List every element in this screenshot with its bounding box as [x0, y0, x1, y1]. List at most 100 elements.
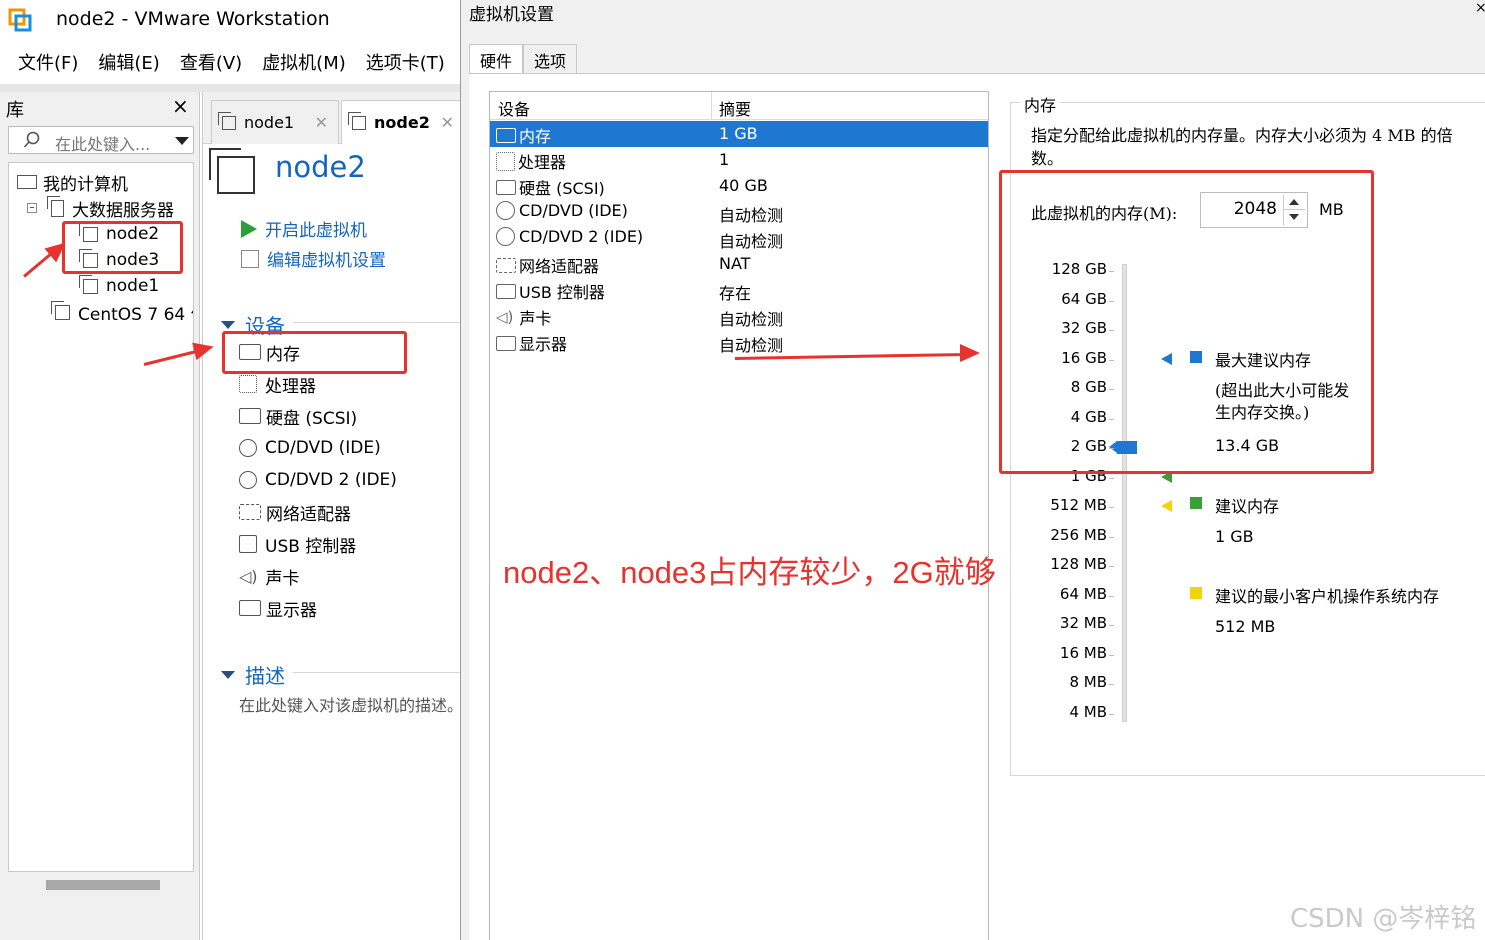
row-summary: 40 GB — [719, 176, 768, 195]
tree-vm-node1[interactable]: node1 — [79, 273, 160, 299]
tab-node1[interactable]: node1 ✕ — [211, 100, 339, 144]
chevron-down-icon[interactable] — [175, 137, 189, 145]
legend-min-value: 512 MB — [1215, 617, 1276, 636]
tree-vm-centos[interactable]: CentOS 7 64 位 — [51, 299, 193, 325]
edit-settings-link[interactable]: 编辑虚拟机设置 — [241, 246, 386, 271]
vm-name-heading: node2 — [275, 150, 366, 184]
menu-edit[interactable]: 编辑(E) — [98, 49, 159, 75]
annotation-box-memory-slider — [999, 170, 1374, 474]
close-icon[interactable]: ✕ — [441, 113, 454, 132]
dialog-tab-bar: 硬件 选项 — [469, 44, 578, 74]
power-on-link[interactable]: 开启此虚拟机 — [241, 216, 367, 241]
annotation-text: node2、node3占内存较少，2G就够 — [503, 555, 996, 590]
edit-settings-icon — [241, 249, 259, 268]
library-scrollbar[interactable] — [8, 874, 194, 896]
vmware-main-window: node2 - VMware Workstation 文件(F) 编辑(E) 查… — [0, 0, 465, 940]
play-icon — [241, 219, 257, 238]
tree-vm-label: node1 — [106, 276, 160, 296]
monitor-icon — [496, 335, 516, 351]
row-device: 处理器 — [518, 153, 567, 172]
menu-vm[interactable]: 虚拟机(M) — [262, 49, 346, 75]
column-header-device[interactable]: 设备 — [498, 96, 530, 120]
cd-icon — [496, 201, 515, 220]
cd-icon — [239, 471, 257, 489]
monitor-icon — [239, 600, 261, 616]
table-row[interactable]: ◁) 声卡 自动检测 — [490, 303, 988, 329]
tab-hardware[interactable]: 硬件 — [469, 44, 524, 74]
table-row[interactable]: 硬盘 (SCSI) 40 GB — [490, 173, 988, 199]
row-device: 内存 — [519, 127, 552, 146]
scale-tick-mark — [1109, 713, 1114, 715]
table-row[interactable]: CD/DVD (IDE) 自动检测 — [490, 199, 988, 225]
close-icon[interactable]: × — [1475, 0, 1485, 16]
tab-options[interactable]: 选项 — [523, 44, 578, 74]
hard-disk-icon — [496, 179, 516, 195]
summary-device-sound[interactable]: ◁) 声卡 — [239, 562, 300, 590]
tree-my-computer[interactable]: 我的计算机 — [9, 169, 128, 195]
memory-description: 指定分配给此虚拟机的内存量。内存大小必须为 4 MB 的倍数。 — [1031, 126, 1453, 168]
summary-device-network[interactable]: 网络适配器 — [239, 498, 351, 526]
legend-recommended-value: 1 GB — [1215, 527, 1254, 546]
scale-tick-mark — [1109, 536, 1114, 538]
library-close-icon[interactable]: × — [172, 94, 189, 118]
scale-tick-label: 32 MB — [1059, 614, 1107, 632]
menu-file[interactable]: 文件(F) — [18, 49, 78, 75]
edit-settings-label: 编辑虚拟机设置 — [267, 251, 386, 271]
close-icon[interactable]: ✕ — [315, 113, 328, 132]
device-label: 声卡 — [265, 568, 300, 589]
summary-device-disk[interactable]: 硬盘 (SCSI) — [239, 402, 357, 430]
memory-icon — [496, 127, 516, 143]
table-row[interactable]: 显示器 自动检测 — [490, 329, 988, 355]
library-panel: 库 × 在此处键入... 我的计算机 大数据服务器 node2 node3 no… — [0, 92, 200, 940]
description-section-header[interactable]: 描述 — [221, 660, 285, 689]
scale-tick-label: 64 MB — [1059, 584, 1107, 603]
column-header-summary[interactable]: 摘要 — [719, 96, 751, 120]
summary-device-processor[interactable]: 处理器 — [239, 370, 316, 398]
cd-icon — [239, 439, 257, 457]
vm-icon — [79, 274, 98, 294]
table-row[interactable]: CD/DVD 2 (IDE) 自动检测 — [490, 225, 988, 251]
memory-group-title: 内存 — [1020, 92, 1061, 116]
menu-view[interactable]: 查看(V) — [180, 49, 242, 75]
summary-device-cdrom2[interactable]: CD/DVD 2 (IDE) — [239, 466, 397, 494]
summary-device-usb[interactable]: USB 控制器 — [239, 530, 356, 558]
tree-folder[interactable]: 大数据服务器 — [27, 195, 174, 221]
summary-device-cdrom[interactable]: CD/DVD (IDE) — [239, 434, 381, 462]
processor-icon — [239, 375, 257, 393]
section-divider — [293, 322, 461, 323]
scale-tick-label: 256 MB — [1050, 525, 1107, 544]
tab-node2[interactable]: node2 ✕ — [341, 100, 465, 144]
scale-tick-mark — [1109, 566, 1114, 567]
scale-tick-label: 128 MB — [1050, 555, 1107, 573]
vm-icon — [51, 300, 70, 320]
summary-device-display[interactable]: 显示器 — [239, 594, 317, 622]
menu-bar: 文件(F) 编辑(E) 查看(V) 虚拟机(M) 选项卡(T) — [0, 40, 460, 84]
search-placeholder: 在此处键入... — [55, 135, 151, 154]
table-row[interactable]: 网络适配器 NAT — [490, 251, 988, 277]
device-label: 显示器 — [266, 600, 317, 621]
annotation-arrow-head-icon — [960, 344, 980, 362]
library-search-input[interactable]: 在此处键入... — [8, 126, 194, 154]
vm-icon — [218, 111, 236, 130]
table-row[interactable]: 内存 1 GB — [490, 121, 988, 147]
table-row[interactable]: USB 控制器 存在 — [490, 277, 988, 303]
collapse-triangle-icon — [221, 320, 235, 329]
legend-recommended-label: 建议内存 — [1215, 497, 1280, 516]
speaker-icon: ◁) — [239, 566, 258, 586]
scale-tick-mark — [1109, 684, 1114, 685]
menu-tabs[interactable]: 选项卡(T) — [366, 49, 445, 75]
description-input[interactable]: 在此处键入对该虚拟机的描述。 — [239, 692, 463, 716]
row-summary: 自动检测 — [719, 310, 784, 329]
legend-min-swatch — [1190, 587, 1202, 599]
title-bar: node2 - VMware Workstation — [0, 0, 460, 40]
vmware-logo-icon — [8, 8, 32, 32]
scrollbar-thumb[interactable] — [46, 880, 160, 890]
row-device: CD/DVD (IDE) — [519, 201, 628, 220]
collapse-icon[interactable] — [27, 203, 37, 213]
vm-large-icon — [209, 148, 255, 194]
scale-tick-label: 512 MB — [1050, 496, 1107, 514]
legend-recommended-swatch — [1190, 497, 1202, 509]
table-row[interactable]: 处理器 1 — [490, 147, 988, 173]
device-label: CD/DVD 2 (IDE) — [265, 470, 397, 490]
device-label: CD/DVD (IDE) — [265, 438, 381, 458]
